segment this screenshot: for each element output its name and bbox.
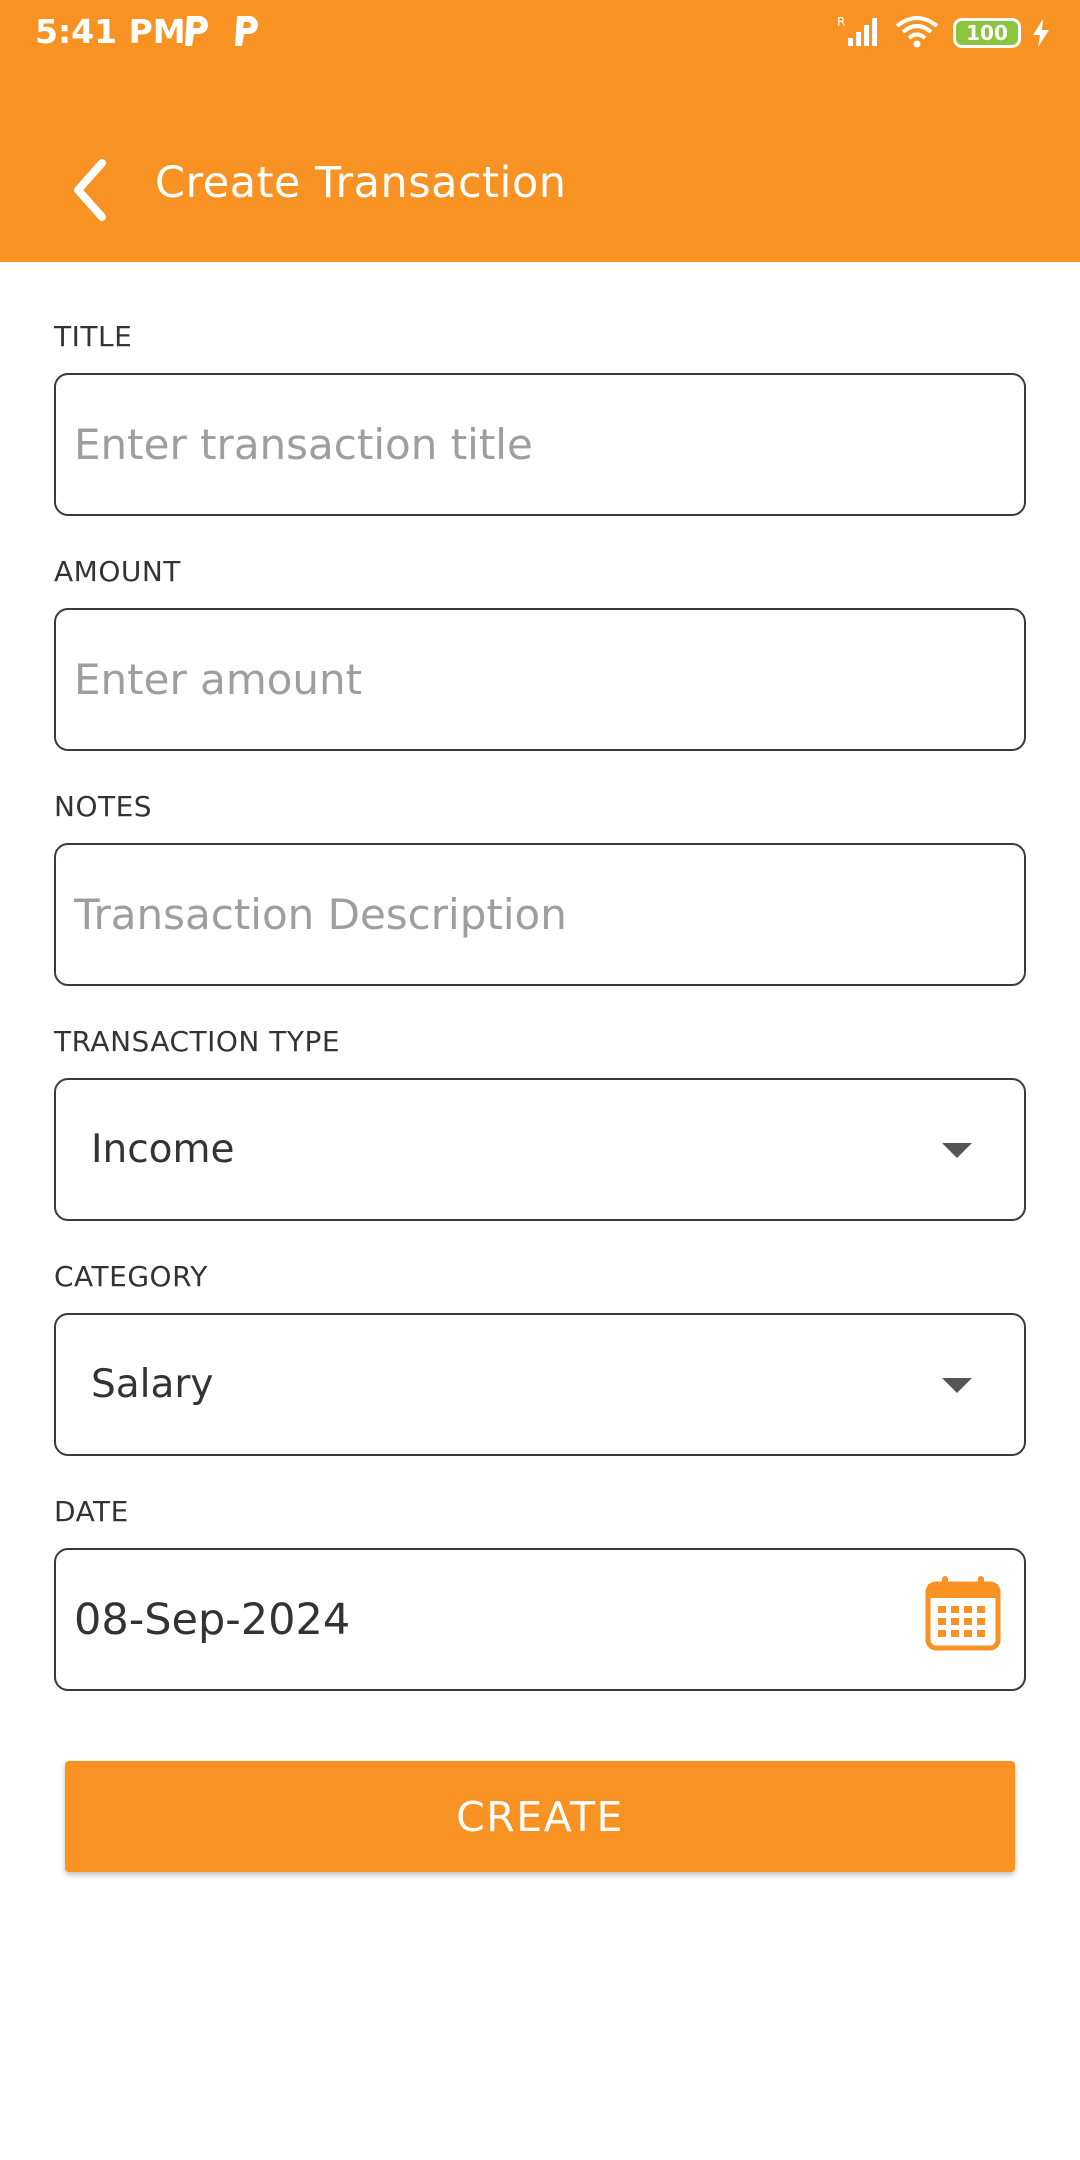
category-select[interactable]: Salary bbox=[54, 1313, 1026, 1456]
battery-icon: 100 bbox=[953, 18, 1021, 48]
title-input[interactable] bbox=[56, 375, 1024, 514]
svg-text:R: R bbox=[837, 15, 845, 29]
title-field[interactable] bbox=[54, 373, 1026, 516]
notes-field[interactable] bbox=[54, 843, 1026, 986]
calendar-icon[interactable] bbox=[924, 1574, 1002, 1652]
date-value: 08-Sep-2024 bbox=[74, 1594, 351, 1645]
transaction-type-label: TRANSACTION TYPE bbox=[54, 1025, 341, 1058]
dropdown-arrow-icon bbox=[942, 1143, 972, 1158]
status-bar: 5:41 PM R 100 bbox=[0, 0, 1080, 66]
dropdown-arrow-icon bbox=[942, 1378, 972, 1393]
parking-p-icon bbox=[235, 16, 258, 46]
date-field[interactable]: 08-Sep-2024 bbox=[54, 1548, 1026, 1691]
back-button[interactable] bbox=[60, 150, 120, 230]
parking-p-icon bbox=[185, 16, 208, 46]
page-title: Create Transaction bbox=[155, 158, 567, 208]
battery-level: 100 bbox=[966, 21, 1008, 45]
notes-label: NOTES bbox=[54, 790, 153, 823]
amount-field[interactable] bbox=[54, 608, 1026, 751]
amount-label: AMOUNT bbox=[54, 555, 181, 588]
signal-icon: R bbox=[837, 15, 877, 46]
date-label: DATE bbox=[54, 1495, 129, 1528]
status-time: 5:41 PM bbox=[35, 12, 186, 51]
title-label: TITLE bbox=[54, 320, 133, 353]
category-label: CATEGORY bbox=[54, 1260, 208, 1293]
amount-input[interactable] bbox=[56, 610, 1024, 749]
category-value: Salary bbox=[91, 1362, 214, 1407]
notes-input[interactable] bbox=[56, 845, 1024, 984]
create-button[interactable]: CREATE bbox=[65, 1761, 1015, 1872]
charging-icon bbox=[1033, 19, 1049, 47]
transaction-type-select[interactable]: Income bbox=[54, 1078, 1026, 1221]
app-bar: 5:41 PM R 100 Create Transaction bbox=[0, 0, 1080, 262]
chevron-left-icon bbox=[74, 159, 106, 221]
wifi-icon bbox=[895, 16, 939, 48]
transaction-type-value: Income bbox=[91, 1127, 235, 1172]
